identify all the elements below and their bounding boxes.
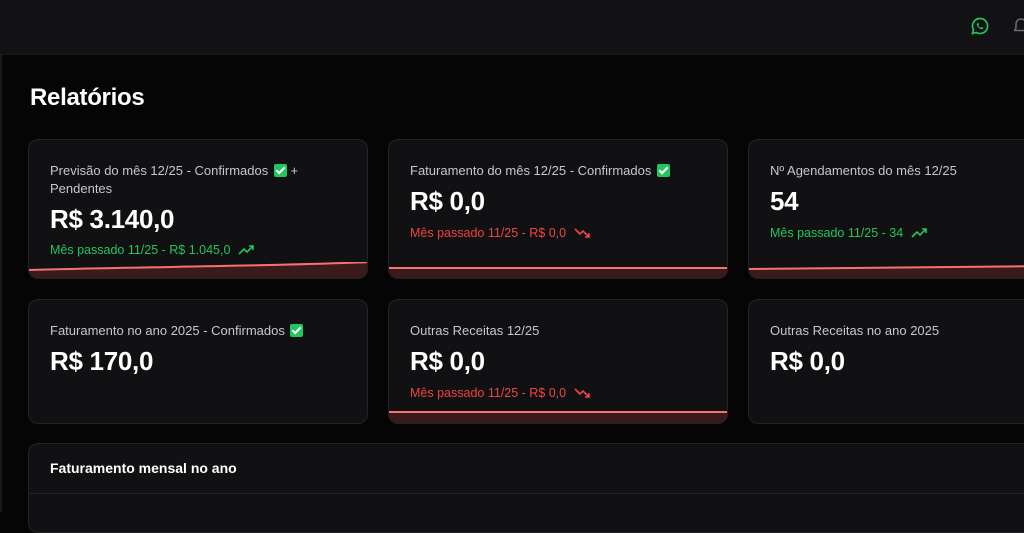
card-label: Outras Receitas no ano 2025 [770, 323, 940, 338]
card-label: Nº Agendamentos do mês 12/25 [770, 163, 957, 178]
card-label: Outras Receitas 12/25 [410, 323, 540, 338]
card-trend: Mês passado 11/25 - R$ 0,0 [410, 386, 590, 400]
card-trend: Mês passado 11/25 - R$ 0,0 [410, 226, 590, 240]
card-label: Faturamento no ano 2025 - Confirmados [50, 322, 340, 340]
top-bar [0, 0, 1024, 55]
card-value: R$ 170,0 [50, 346, 154, 376]
card-other-income-year: Outras Receitas no ano 2025 R$ 0,0 [748, 299, 1024, 424]
card-value: R$ 3.140,0 [50, 204, 175, 234]
card-sparkline [389, 267, 727, 278]
card-revenue-month: Faturamento do mês 12/25 - Confirmados R… [388, 139, 728, 279]
card-sparkline [29, 262, 367, 278]
sidebar-edge [0, 55, 2, 512]
card-other-income-month: Outras Receitas 12/25 R$ 0,0 Mês passado… [388, 299, 728, 424]
trend-up-icon [238, 245, 254, 255]
panel-title: Faturamento mensal no ano [50, 460, 237, 476]
card-value: 54 [770, 186, 799, 216]
card-value: R$ 0,0 [410, 186, 485, 216]
page-title: Relatórios [30, 84, 145, 111]
card-revenue-year: Faturamento no ano 2025 - Confirmados R$… [28, 299, 368, 424]
trend-up-icon [911, 228, 927, 238]
bell-icon[interactable] [1014, 17, 1024, 35]
trend-down-icon [574, 388, 590, 398]
whatsapp-icon[interactable] [970, 16, 990, 36]
card-value: R$ 0,0 [770, 346, 845, 376]
card-sparkline [389, 411, 727, 423]
card-label: Previsão do mês 12/25 - Confirmados + Pe… [50, 163, 299, 196]
trend-down-icon [574, 228, 590, 238]
panel-divider [29, 493, 1024, 494]
card-appointments-month: Nº Agendamentos do mês 12/25 54 Mês pass… [748, 139, 1024, 279]
check-icon [273, 164, 287, 177]
card-forecast-month: Previsão do mês 12/25 - Confirmados + Pe… [28, 139, 368, 279]
check-icon [290, 324, 304, 337]
card-label: Faturamento do mês 12/25 - Confirmados [410, 162, 700, 180]
card-sparkline [749, 265, 1024, 278]
card-value: R$ 0,0 [410, 346, 485, 376]
check-icon [656, 164, 670, 177]
card-trend: Mês passado 11/25 - 34 [770, 226, 927, 240]
monthly-revenue-panel: Faturamento mensal no ano [28, 443, 1024, 533]
card-trend: Mês passado 11/25 - R$ 1.045,0 [50, 243, 254, 257]
